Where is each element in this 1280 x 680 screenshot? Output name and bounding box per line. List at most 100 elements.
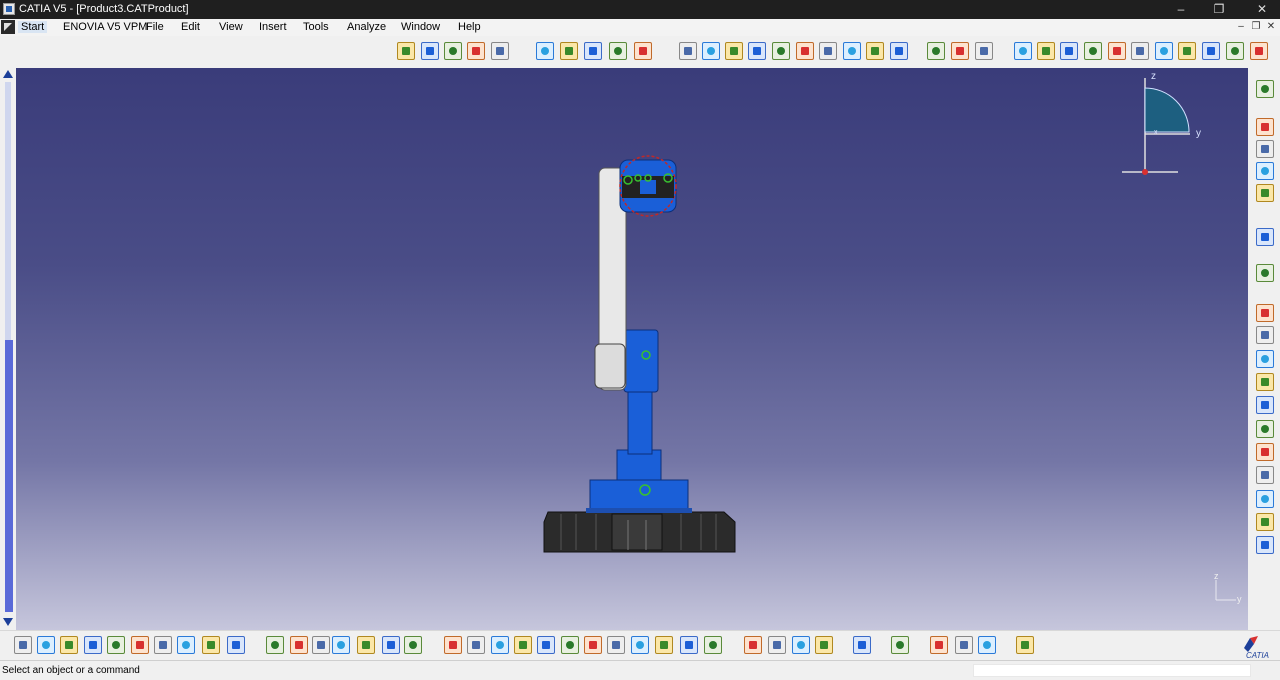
quick-constraint-icon[interactable] <box>819 42 837 60</box>
hide-show-icon[interactable] <box>680 636 698 654</box>
reorder-icon[interactable] <box>1256 443 1274 461</box>
catia-app-icon[interactable] <box>3 3 15 15</box>
menu-tools[interactable]: Tools <box>303 21 329 33</box>
window-minimize-button[interactable]: – <box>1167 1 1195 18</box>
open-icon[interactable] <box>37 636 55 654</box>
doc-minimize-button[interactable]: – <box>1234 20 1248 34</box>
arrow-icon[interactable] <box>312 636 330 654</box>
product-init-icon[interactable] <box>1256 326 1274 344</box>
existing-component-icon[interactable] <box>491 42 509 60</box>
fit-all-icon[interactable] <box>467 636 485 654</box>
fly-mode-icon[interactable] <box>444 636 462 654</box>
axis-system-icon[interactable] <box>404 636 422 654</box>
left-view-icon[interactable] <box>1084 42 1102 60</box>
snap-icon[interactable] <box>609 42 627 60</box>
formula-icon[interactable] <box>266 636 284 654</box>
apply-material-icon[interactable] <box>1202 42 1220 60</box>
assembly-icon[interactable] <box>397 42 415 60</box>
vertical-scrollbar[interactable] <box>0 68 16 630</box>
design-table-icon[interactable] <box>357 636 375 654</box>
menu-enovia[interactable]: ENOVIA V5 VPM <box>63 21 147 33</box>
law-icon[interactable] <box>382 636 400 654</box>
generate-numbering-icon[interactable] <box>1256 304 1274 322</box>
robot-arm-model[interactable] <box>16 68 1248 630</box>
explode-icon[interactable] <box>927 42 945 60</box>
reuse-pattern-icon[interactable] <box>866 42 884 60</box>
paste-icon[interactable] <box>154 636 172 654</box>
comment-icon[interactable] <box>290 636 308 654</box>
compass-icon[interactable] <box>853 636 871 654</box>
more-commands-icon[interactable] <box>1226 42 1244 60</box>
menu-view[interactable]: View <box>219 21 243 33</box>
right-view-icon[interactable] <box>1108 42 1126 60</box>
menu-edit[interactable]: Edit <box>181 21 200 33</box>
apply-material-2-icon[interactable] <box>1256 536 1274 554</box>
3d-viewport[interactable] <box>16 68 1248 630</box>
publication-icon[interactable] <box>1256 350 1274 368</box>
measure-between-icon[interactable] <box>536 42 554 60</box>
new-product-icon[interactable] <box>444 42 462 60</box>
image-icon[interactable] <box>815 636 833 654</box>
print-icon[interactable] <box>84 636 102 654</box>
scroll-up-arrow-icon[interactable] <box>3 70 13 78</box>
capture-icon[interactable] <box>792 636 810 654</box>
menu-file[interactable]: File <box>146 21 164 33</box>
graph-icon[interactable] <box>891 636 909 654</box>
bottom-view-icon[interactable] <box>1155 42 1173 60</box>
save-icon[interactable] <box>60 636 78 654</box>
robot-wrist[interactable] <box>619 155 677 217</box>
fix-together-icon[interactable] <box>796 42 814 60</box>
menu-insert[interactable]: Insert <box>259 21 287 33</box>
top-view-icon[interactable] <box>1131 42 1149 60</box>
scroll-down-arrow-icon[interactable] <box>3 618 13 626</box>
zoom-in-icon[interactable] <box>537 636 555 654</box>
save-management-icon[interactable] <box>1256 162 1274 180</box>
fix-component-icon[interactable] <box>772 42 790 60</box>
graph-tree-icon[interactable] <box>1256 420 1274 438</box>
menu-window[interactable]: Window <box>401 21 440 33</box>
define-multi-instantiation-icon[interactable] <box>1256 513 1274 531</box>
annotation-text-icon[interactable] <box>560 42 578 60</box>
select-icon[interactable] <box>1256 184 1274 202</box>
component-catalog-icon[interactable] <box>1256 264 1274 282</box>
compass-widget[interactable]: z y x <box>1120 70 1210 180</box>
command-input[interactable] <box>973 664 1251 677</box>
window-restore-button[interactable]: ❐ <box>1205 1 1233 18</box>
rotate-icon[interactable] <box>514 636 532 654</box>
swap-visible-space-icon[interactable] <box>704 636 722 654</box>
enhanced-scene-icon[interactable] <box>1256 140 1274 158</box>
scenes-icon[interactable] <box>1256 118 1274 136</box>
undo-icon[interactable] <box>177 636 195 654</box>
manipulate-icon[interactable] <box>634 42 652 60</box>
new-component-icon[interactable] <box>421 42 439 60</box>
scroll-thumb[interactable] <box>5 340 13 612</box>
multi-view-icon[interactable] <box>607 636 625 654</box>
new-icon[interactable] <box>14 636 32 654</box>
robot-base[interactable] <box>543 511 736 553</box>
redo-icon[interactable] <box>202 636 220 654</box>
doc-restore-button[interactable]: ❐ <box>1249 20 1263 34</box>
scroll-track[interactable] <box>5 82 11 340</box>
hide-icon[interactable] <box>930 636 948 654</box>
quick-view-icon[interactable] <box>631 636 649 654</box>
grid-icon[interactable] <box>1016 636 1034 654</box>
render-style-icon[interactable] <box>1178 42 1196 60</box>
multi-instantiation-icon[interactable] <box>1256 466 1274 484</box>
front-view-icon[interactable] <box>1037 42 1055 60</box>
fast-multi-instantiation-icon[interactable] <box>1256 490 1274 508</box>
edit-link-icon[interactable] <box>1256 373 1274 391</box>
constraint-coincidence-icon[interactable] <box>679 42 697 60</box>
copy-icon[interactable] <box>131 636 149 654</box>
menu-analyze[interactable]: Analyze <box>347 21 386 33</box>
flag-note-icon[interactable] <box>584 42 602 60</box>
menu-start[interactable]: Start <box>18 21 48 33</box>
whats-this-icon[interactable] <box>227 636 245 654</box>
doc-close-button[interactable]: ✕ <box>1264 20 1278 34</box>
catalog-browser-icon[interactable] <box>890 42 908 60</box>
refresh-icon[interactable] <box>955 636 973 654</box>
menu-help[interactable]: Help <box>458 21 481 33</box>
bill-of-material-icon[interactable] <box>1256 80 1274 98</box>
isometric-view-icon[interactable] <box>1014 42 1032 60</box>
tools-palette-icon[interactable] <box>1256 228 1274 246</box>
back-view-icon[interactable] <box>1060 42 1078 60</box>
